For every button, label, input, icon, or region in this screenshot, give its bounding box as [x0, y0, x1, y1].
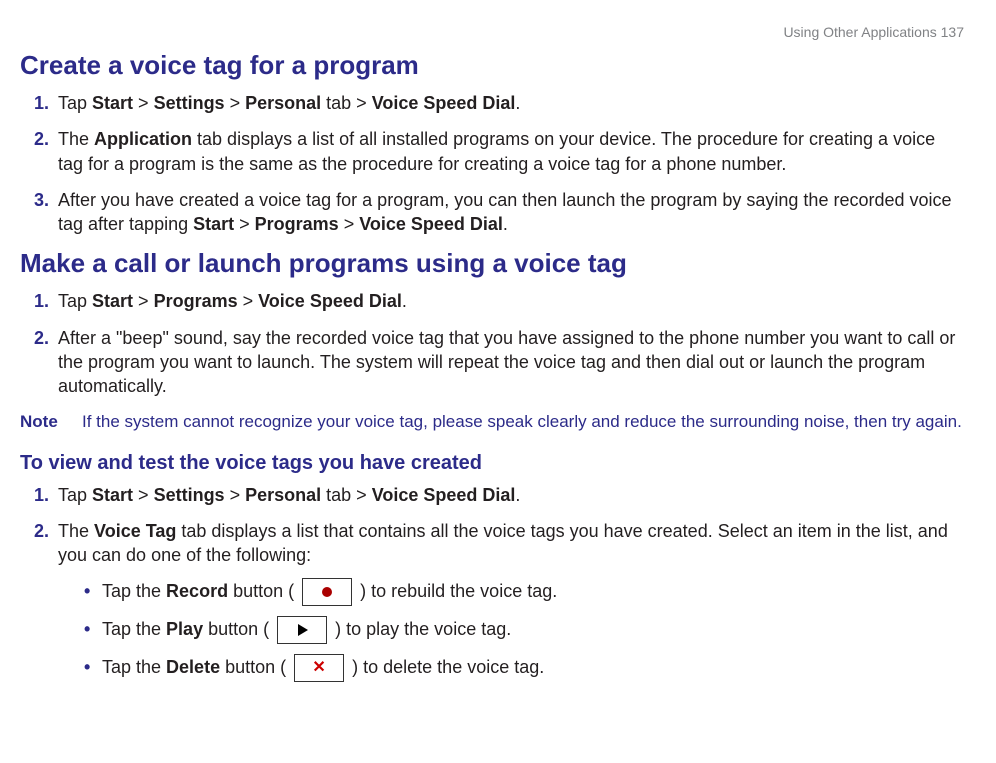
text: .	[503, 214, 508, 234]
step-number: 2.	[34, 519, 58, 692]
sub-title-view-test: To view and test the voice tags you have…	[20, 452, 964, 475]
text: After a "beep" sound, say the recorded v…	[58, 328, 955, 397]
play-icon	[298, 624, 308, 636]
section-title-make-call: Make a call or launch programs using a v…	[20, 248, 964, 279]
bold: Record	[166, 580, 228, 600]
text: The	[58, 129, 94, 149]
step-number: 1.	[34, 483, 58, 507]
bold: Personal	[245, 485, 321, 505]
text: button (	[228, 580, 299, 600]
record-icon	[322, 587, 332, 597]
step-body: Tap Start > Settings > Personal tab > Vo…	[58, 483, 964, 507]
text: >	[133, 291, 154, 311]
step-item: 2. After a "beep" sound, say the recorde…	[34, 326, 964, 399]
bold: Settings	[154, 93, 225, 113]
document-page: Using Other Applications 137 Create a vo…	[0, 0, 996, 724]
text: Tap	[58, 485, 92, 505]
note-body: If the system cannot recognize your voic…	[82, 411, 964, 434]
note-label: Note	[20, 411, 82, 434]
text: >	[238, 291, 259, 311]
step-body: Tap Start > Settings > Personal tab > Vo…	[58, 91, 964, 115]
text: ) to play the voice tag.	[330, 618, 511, 638]
step-item: 1. Tap Start > Programs > Voice Speed Di…	[34, 289, 964, 313]
text: tab >	[321, 93, 372, 113]
text: >	[133, 93, 154, 113]
delete-icon: ✕	[312, 660, 325, 676]
text: ) to delete the voice tag.	[347, 656, 544, 676]
step-number: 1.	[34, 289, 58, 313]
step-number: 2.	[34, 127, 58, 176]
text: ) to rebuild the voice tag.	[355, 580, 557, 600]
text: Tap	[58, 93, 92, 113]
bold: Start	[92, 291, 133, 311]
text: .	[402, 291, 407, 311]
text: >	[339, 214, 360, 234]
record-button-icon	[302, 578, 352, 606]
step-body: After a "beep" sound, say the recorded v…	[58, 326, 964, 399]
bold: Delete	[166, 656, 220, 676]
step-body: Tap Start > Programs > Voice Speed Dial.	[58, 289, 964, 313]
bullet-dot: •	[84, 579, 102, 603]
step-item: 1. Tap Start > Settings > Personal tab >…	[34, 483, 964, 507]
bold: Start	[193, 214, 234, 234]
bold: Voice Speed Dial	[258, 291, 402, 311]
note-block: Note If the system cannot recognize your…	[20, 411, 964, 434]
text: The	[58, 521, 94, 541]
steps-view-test: 1. Tap Start > Settings > Personal tab >…	[34, 483, 964, 692]
bold: Programs	[255, 214, 339, 234]
bold: Programs	[154, 291, 238, 311]
bold: Application	[94, 129, 192, 149]
bullets-voice-tag-actions: • Tap the Record button ( ) to rebuild t…	[84, 578, 964, 682]
step-body: The Application tab displays a list of a…	[58, 127, 964, 176]
bold: Settings	[154, 485, 225, 505]
bullet-body: Tap the Play button ( ) to play the voic…	[102, 616, 511, 644]
bullet-body: Tap the Record button ( ) to rebuild the…	[102, 578, 557, 606]
bold: Personal	[245, 93, 321, 113]
step-number: 2.	[34, 326, 58, 399]
text: button (	[220, 656, 291, 676]
steps-make-call: 1. Tap Start > Programs > Voice Speed Di…	[34, 289, 964, 398]
text: button (	[203, 618, 274, 638]
text: Tap the	[102, 656, 166, 676]
text: tab displays a list that contains all th…	[58, 521, 948, 565]
text: >	[225, 93, 246, 113]
steps-create-voice-tag: 1. Tap Start > Settings > Personal tab >…	[34, 91, 964, 236]
step-item: 2. The Voice Tag tab displays a list tha…	[34, 519, 964, 692]
delete-button-icon: ✕	[294, 654, 344, 682]
section-title-create-voice-tag: Create a voice tag for a program	[20, 50, 964, 81]
bold: Play	[166, 618, 203, 638]
bullet-item: • Tap the Play button ( ) to play the vo…	[84, 616, 964, 644]
bullet-body: Tap the Delete button ( ✕ ) to delete th…	[102, 654, 544, 682]
text: Tap	[58, 291, 92, 311]
bold: Start	[92, 485, 133, 505]
bullet-dot: •	[84, 617, 102, 641]
bullet-dot: •	[84, 655, 102, 679]
running-header: Using Other Applications 137	[20, 24, 964, 40]
text: >	[225, 485, 246, 505]
bold: Voice Speed Dial	[359, 214, 503, 234]
text: >	[234, 214, 255, 234]
step-number: 1.	[34, 91, 58, 115]
play-button-icon	[277, 616, 327, 644]
text: Tap the	[102, 580, 166, 600]
bold: Voice Tag	[94, 521, 176, 541]
bullet-item: • Tap the Record button ( ) to rebuild t…	[84, 578, 964, 606]
step-number: 3.	[34, 188, 58, 237]
step-item: 1. Tap Start > Settings > Personal tab >…	[34, 91, 964, 115]
step-body: After you have created a voice tag for a…	[58, 188, 964, 237]
bold: Voice Speed Dial	[372, 93, 516, 113]
text: .	[515, 485, 520, 505]
step-body: The Voice Tag tab displays a list that c…	[58, 519, 964, 692]
bold: Voice Speed Dial	[372, 485, 516, 505]
text: tab >	[321, 485, 372, 505]
bold: Start	[92, 93, 133, 113]
step-item: 2. The Application tab displays a list o…	[34, 127, 964, 176]
bullet-item: • Tap the Delete button ( ✕ ) to delete …	[84, 654, 964, 682]
text: >	[133, 485, 154, 505]
step-item: 3. After you have created a voice tag fo…	[34, 188, 964, 237]
text: Tap the	[102, 618, 166, 638]
text: .	[515, 93, 520, 113]
